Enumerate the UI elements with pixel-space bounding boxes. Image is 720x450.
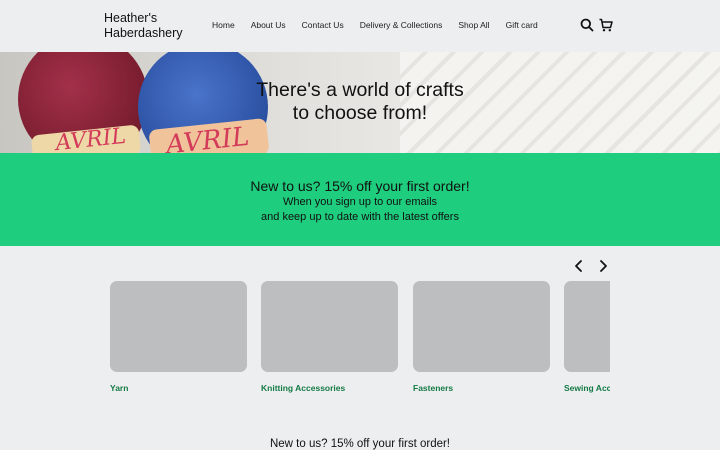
nav-contact-us[interactable]: Contact Us (302, 20, 344, 30)
category-image (261, 281, 398, 372)
category-card-fasteners[interactable]: Fasteners (413, 281, 550, 393)
nav-delivery-collections[interactable]: Delivery & Collections (360, 20, 443, 30)
brand-logo[interactable]: Heather's Haberdashery (104, 11, 194, 41)
category-label[interactable]: Yarn (110, 383, 247, 393)
category-carousel: Yarn Knitting Accessories Fasteners Sewi… (110, 281, 610, 401)
site-header: Heather's Haberdashery Home About Us Con… (0, 0, 720, 52)
main-nav: Home About Us Contact Us Delivery & Coll… (212, 20, 554, 30)
signup-promo-banner: New to us? 15% off your first order! Whe… (0, 153, 720, 246)
hero-title: There's a world of crafts to choose from… (0, 79, 720, 125)
search-icon[interactable] (579, 17, 595, 33)
yarn-brand-text: AVRIL (164, 121, 251, 153)
category-image (110, 281, 247, 372)
nav-gift-card[interactable]: Gift card (506, 20, 538, 30)
promo-line-2: and keep up to date with the latest offe… (261, 211, 459, 223)
nav-home[interactable]: Home (212, 20, 235, 30)
footer-promo-title: New to us? 15% off your first order! (269, 438, 451, 450)
chevron-right-icon[interactable] (596, 259, 610, 273)
cart-icon[interactable] (598, 17, 614, 33)
promo-title: New to us? 15% off your first order! (250, 178, 470, 194)
hero-banner: AVRIL AVRIL There's a world of crafts to… (0, 52, 720, 153)
category-card-yarn[interactable]: Yarn (110, 281, 247, 393)
chevron-left-icon[interactable] (572, 259, 586, 273)
category-label[interactable]: Fasteners (413, 383, 550, 393)
nav-about-us[interactable]: About Us (251, 20, 286, 30)
category-card-sewing-accessories[interactable]: Sewing Accessories (564, 281, 610, 393)
category-image (564, 281, 610, 372)
nav-shop-all[interactable]: Shop All (458, 20, 489, 30)
promo-line-1: When you sign up to our emails (282, 196, 438, 208)
category-label[interactable]: Sewing Accessories (564, 383, 610, 393)
category-image (413, 281, 550, 372)
hero-title-line-2: to choose from! (292, 102, 428, 124)
category-label[interactable]: Knitting Accessories (261, 383, 398, 393)
hero-title-line-1: There's a world of crafts (256, 79, 464, 101)
category-card-knitting-accessories[interactable]: Knitting Accessories (261, 281, 398, 393)
